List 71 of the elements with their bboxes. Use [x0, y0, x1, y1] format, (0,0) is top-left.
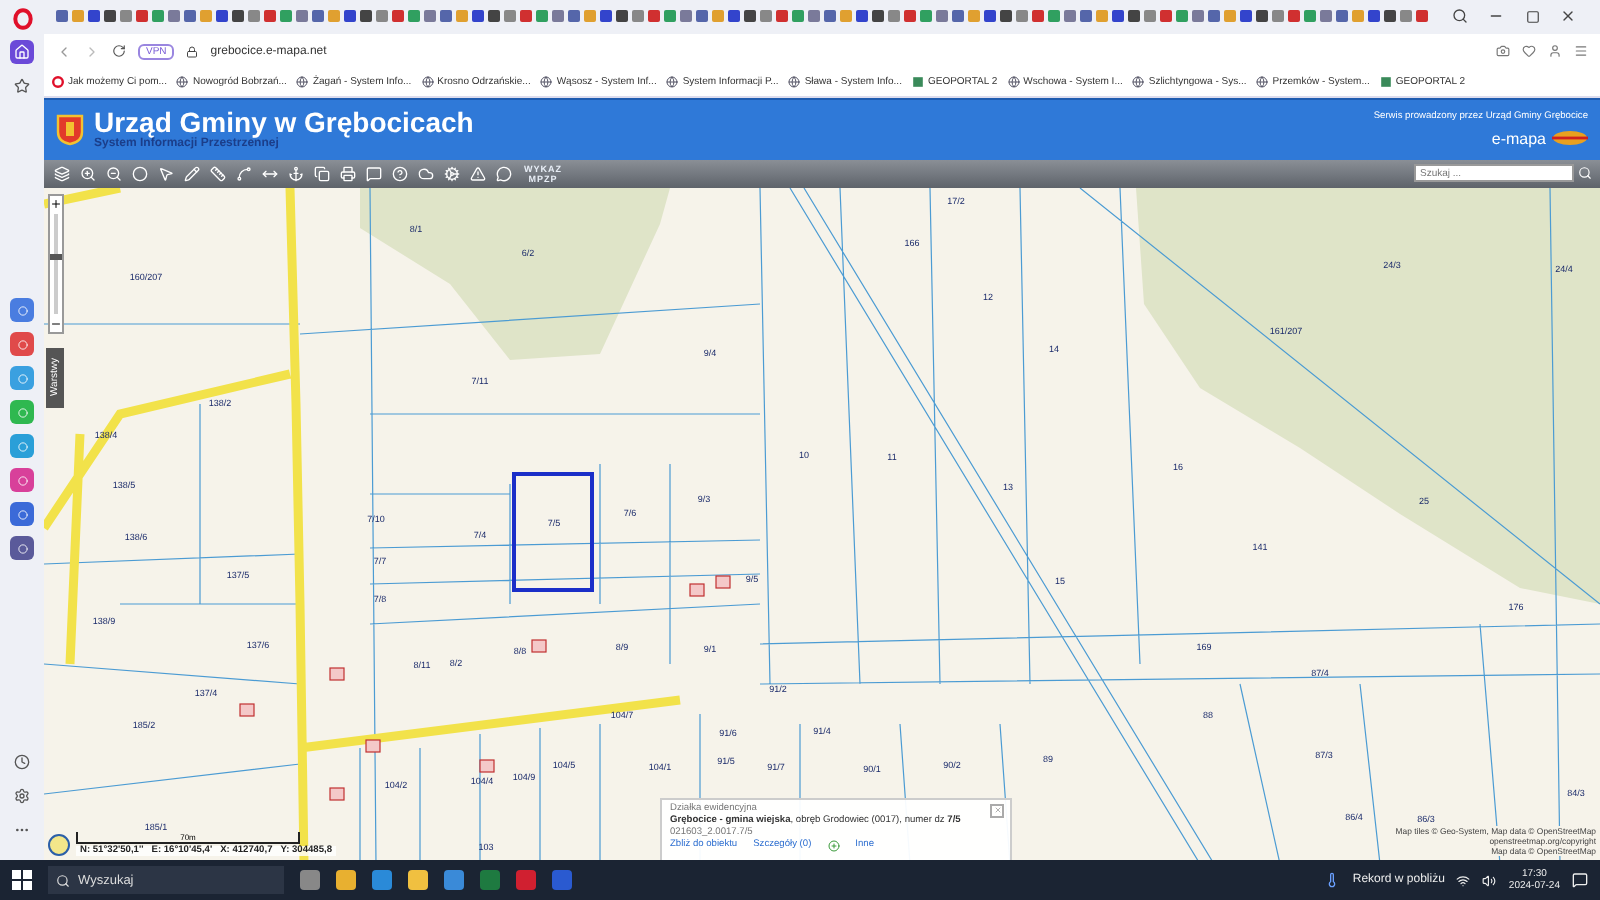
- coat-of-arms-icon: [56, 113, 84, 146]
- network-icon[interactable]: [1456, 873, 1471, 887]
- selected-parcel-outline[interactable]: [512, 471, 594, 592]
- zoom-slider[interactable]: [48, 193, 64, 334]
- building-icon: [531, 638, 547, 652]
- building-icon: [239, 702, 255, 716]
- warning-icon[interactable]: [468, 164, 486, 183]
- layers-icon[interactable]: [52, 164, 70, 183]
- circle-icon[interactable]: [130, 164, 148, 183]
- pencil-icon[interactable]: [182, 164, 200, 183]
- building-icon: [365, 738, 381, 752]
- lock-icon: [186, 45, 199, 58]
- app-icon[interactable]: [10, 366, 34, 390]
- curve-icon[interactable]: [234, 164, 252, 183]
- home-icon[interactable]: [10, 40, 34, 64]
- plus-icon[interactable]: [827, 839, 840, 852]
- copy-icon[interactable]: [312, 164, 330, 183]
- profile-icon[interactable]: [1548, 44, 1562, 59]
- globe-icon: [788, 76, 801, 89]
- chat-icon[interactable]: [494, 164, 512, 183]
- building-icon: [479, 758, 495, 772]
- zoom-slider-thumb[interactable]: [50, 253, 62, 260]
- notifications-icon[interactable]: [1572, 872, 1588, 888]
- brand-logo-icon: [1552, 130, 1588, 147]
- app-icon[interactable]: [10, 468, 34, 492]
- app-icon[interactable]: [10, 332, 34, 356]
- building-icon: [329, 786, 345, 800]
- globe-icon: [421, 76, 434, 89]
- printer-icon[interactable]: [338, 164, 356, 183]
- opera-logo-icon[interactable]: [11, 8, 33, 30]
- history-icon[interactable]: [10, 750, 34, 774]
- globe-icon: [540, 76, 553, 89]
- app-icon[interactable]: [10, 536, 34, 560]
- map-icon: [911, 76, 924, 89]
- speech-bubble-icon[interactable]: [364, 164, 382, 183]
- globe-icon: [176, 76, 189, 89]
- globe-icon: [666, 76, 679, 89]
- help-icon[interactable]: [390, 164, 408, 183]
- building-icon: [329, 666, 345, 680]
- heart-icon[interactable]: [1522, 44, 1536, 59]
- globe-icon: [1007, 76, 1020, 89]
- thermometer-icon: [1324, 872, 1341, 888]
- reload-icon[interactable]: [112, 44, 126, 59]
- globe-icon: [1256, 76, 1269, 89]
- ruler-icon[interactable]: [208, 164, 226, 183]
- app-icon[interactable]: [10, 434, 34, 458]
- volume-icon[interactable]: [1482, 873, 1497, 887]
- globe-icon: [296, 76, 309, 89]
- camera-icon[interactable]: [1496, 44, 1510, 59]
- zoom-in-icon[interactable]: [78, 164, 96, 183]
- zoom-out-icon[interactable]: [104, 164, 122, 183]
- search-icon[interactable]: [1578, 166, 1592, 181]
- back-icon[interactable]: [56, 43, 72, 60]
- windows-start-icon[interactable]: [12, 870, 32, 890]
- app-icon[interactable]: [10, 298, 34, 322]
- app-icon[interactable]: [10, 502, 34, 526]
- gear-icon[interactable]: [442, 164, 460, 183]
- star-icon[interactable]: [10, 74, 34, 98]
- site-title: Urząd Gminy w Grębocicach: [94, 108, 476, 139]
- cloud-icon[interactable]: [416, 164, 434, 183]
- map-icon: [1379, 76, 1392, 89]
- opera-icon: [52, 76, 64, 89]
- globe-icon: [1132, 76, 1145, 89]
- zoom-in-icon[interactable]: [50, 197, 62, 210]
- brand-name: e-mapa: [1491, 129, 1546, 148]
- search-icon: [56, 873, 70, 887]
- menu-icon[interactable]: [1574, 44, 1588, 59]
- pointer-icon[interactable]: [156, 164, 174, 183]
- zoom-out-icon[interactable]: [50, 317, 62, 330]
- settings-icon[interactable]: [10, 784, 34, 808]
- anchor-icon[interactable]: [286, 164, 304, 183]
